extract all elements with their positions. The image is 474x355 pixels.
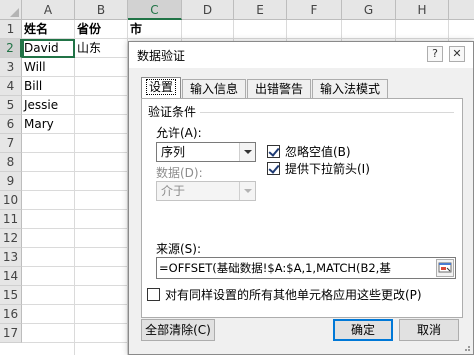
tab-error-alert[interactable]: 出错警告 — [247, 79, 311, 98]
data-label: 数据(D): — [156, 166, 203, 180]
dialog-title: 数据验证 — [137, 49, 186, 63]
column-header-a[interactable]: A — [22, 0, 75, 20]
row-header-3[interactable]: 3 — [0, 58, 22, 77]
section-title: 验证条件 — [148, 105, 197, 119]
column-header-g[interactable]: G — [342, 0, 396, 20]
select-all-corner[interactable] — [0, 0, 22, 20]
row-header-12[interactable]: 12 — [0, 229, 22, 248]
row-header-9[interactable]: 9 — [0, 172, 22, 191]
dropdown-arrow-label[interactable]: 提供下拉箭头(I) — [285, 160, 370, 177]
source-input-value: =OFFSET(基础数据!$A:$A,1,MATCH(B2,基 — [159, 261, 391, 275]
checkmark-icon — [268, 162, 280, 174]
tab-settings-label: 设置 — [145, 79, 177, 95]
cell-a1[interactable]: 姓名 — [22, 20, 74, 39]
dropdown-arrow-checkbox[interactable] — [267, 162, 280, 175]
tab-ime-mode[interactable]: 输入法模式 — [312, 79, 388, 98]
cell-c1[interactable]: 市 — [128, 20, 180, 39]
cell-a3[interactable]: Will — [22, 58, 74, 77]
tab-settings[interactable]: 设置 — [141, 77, 181, 98]
row-header-13[interactable]: 13 — [0, 248, 22, 267]
cell-a2[interactable]: David — [22, 39, 74, 58]
source-label: 来源(S): — [156, 242, 202, 256]
data-validation-dialog: 数据验证 ? ✕ 设置 输入信息 出错警告 输入法模式 验证条件 允许(A): … — [128, 41, 474, 355]
row-header-16[interactable]: 16 — [0, 305, 22, 324]
clear-all-button[interactable]: 全部清除(C) — [141, 319, 215, 341]
column-header-e[interactable]: E — [234, 0, 287, 20]
row-header-14[interactable]: 14 — [0, 267, 22, 286]
cell-a4[interactable]: Bill — [22, 77, 74, 96]
allow-select-value: 序列 — [161, 145, 186, 159]
allow-select[interactable]: 序列 — [156, 142, 256, 162]
close-button[interactable]: ✕ — [449, 46, 465, 62]
column-header-b[interactable]: B — [75, 0, 128, 20]
chevron-down-icon[interactable] — [239, 143, 255, 161]
row-header-2[interactable]: 2 — [0, 39, 22, 58]
data-select-value: 介于 — [161, 184, 186, 198]
column-header-i[interactable] — [449, 0, 474, 20]
section-divider — [200, 112, 454, 113]
cell-b1[interactable]: 省份 — [75, 20, 127, 39]
cell-a5[interactable]: Jessie — [22, 96, 74, 115]
cell-b2[interactable]: 山东 — [75, 39, 127, 58]
apply-all-label[interactable]: 对有同样设置的所有其他单元格应用这些更改(P) — [165, 286, 422, 303]
column-header-c[interactable]: C — [128, 0, 182, 20]
row-header-4[interactable]: 4 — [0, 77, 22, 96]
row-header-10[interactable]: 10 — [0, 191, 22, 210]
settings-panel: 验证条件 允许(A): 序列 忽略空值(B) 提供下拉箭头(I) 数据(D): … — [141, 98, 463, 318]
ok-button[interactable]: 确定 — [333, 319, 393, 341]
apply-all-checkbox[interactable] — [147, 288, 160, 301]
source-input[interactable]: =OFFSET(基础数据!$A:$A,1,MATCH(B2,基 — [156, 257, 456, 279]
row-header-5[interactable]: 5 — [0, 96, 22, 115]
row-header-6[interactable]: 6 — [0, 115, 22, 134]
row-header-15[interactable]: 15 — [0, 286, 22, 305]
row-header-8[interactable]: 8 — [0, 153, 22, 172]
cell-a6[interactable]: Mary — [22, 115, 74, 134]
ignore-blank-checkbox[interactable] — [267, 145, 280, 158]
row-header-17[interactable]: 17 — [0, 324, 22, 343]
checkmark-icon — [268, 145, 280, 157]
help-button[interactable]: ? — [427, 46, 443, 62]
row-header-11[interactable]: 11 — [0, 210, 22, 229]
tab-input-message[interactable]: 输入信息 — [182, 79, 246, 98]
ignore-blank-label[interactable]: 忽略空值(B) — [285, 143, 351, 160]
allow-label: 允许(A): — [156, 126, 202, 140]
row-header-7[interactable]: 7 — [0, 134, 22, 153]
column-header-d[interactable]: D — [182, 0, 234, 20]
column-header-f[interactable]: F — [287, 0, 342, 20]
dialog-titlebar[interactable]: 数据验证 ? ✕ — [129, 42, 473, 68]
cancel-button[interactable]: 取消 — [399, 319, 459, 341]
chevron-down-icon — [239, 182, 255, 200]
column-header-h[interactable]: H — [396, 0, 449, 20]
range-select-button[interactable] — [436, 259, 454, 277]
row-header-1[interactable]: 1 — [0, 20, 22, 39]
resize-grip-icon[interactable] — [461, 342, 471, 352]
data-select: 介于 — [156, 181, 256, 201]
collapse-dialog-icon — [438, 262, 452, 273]
